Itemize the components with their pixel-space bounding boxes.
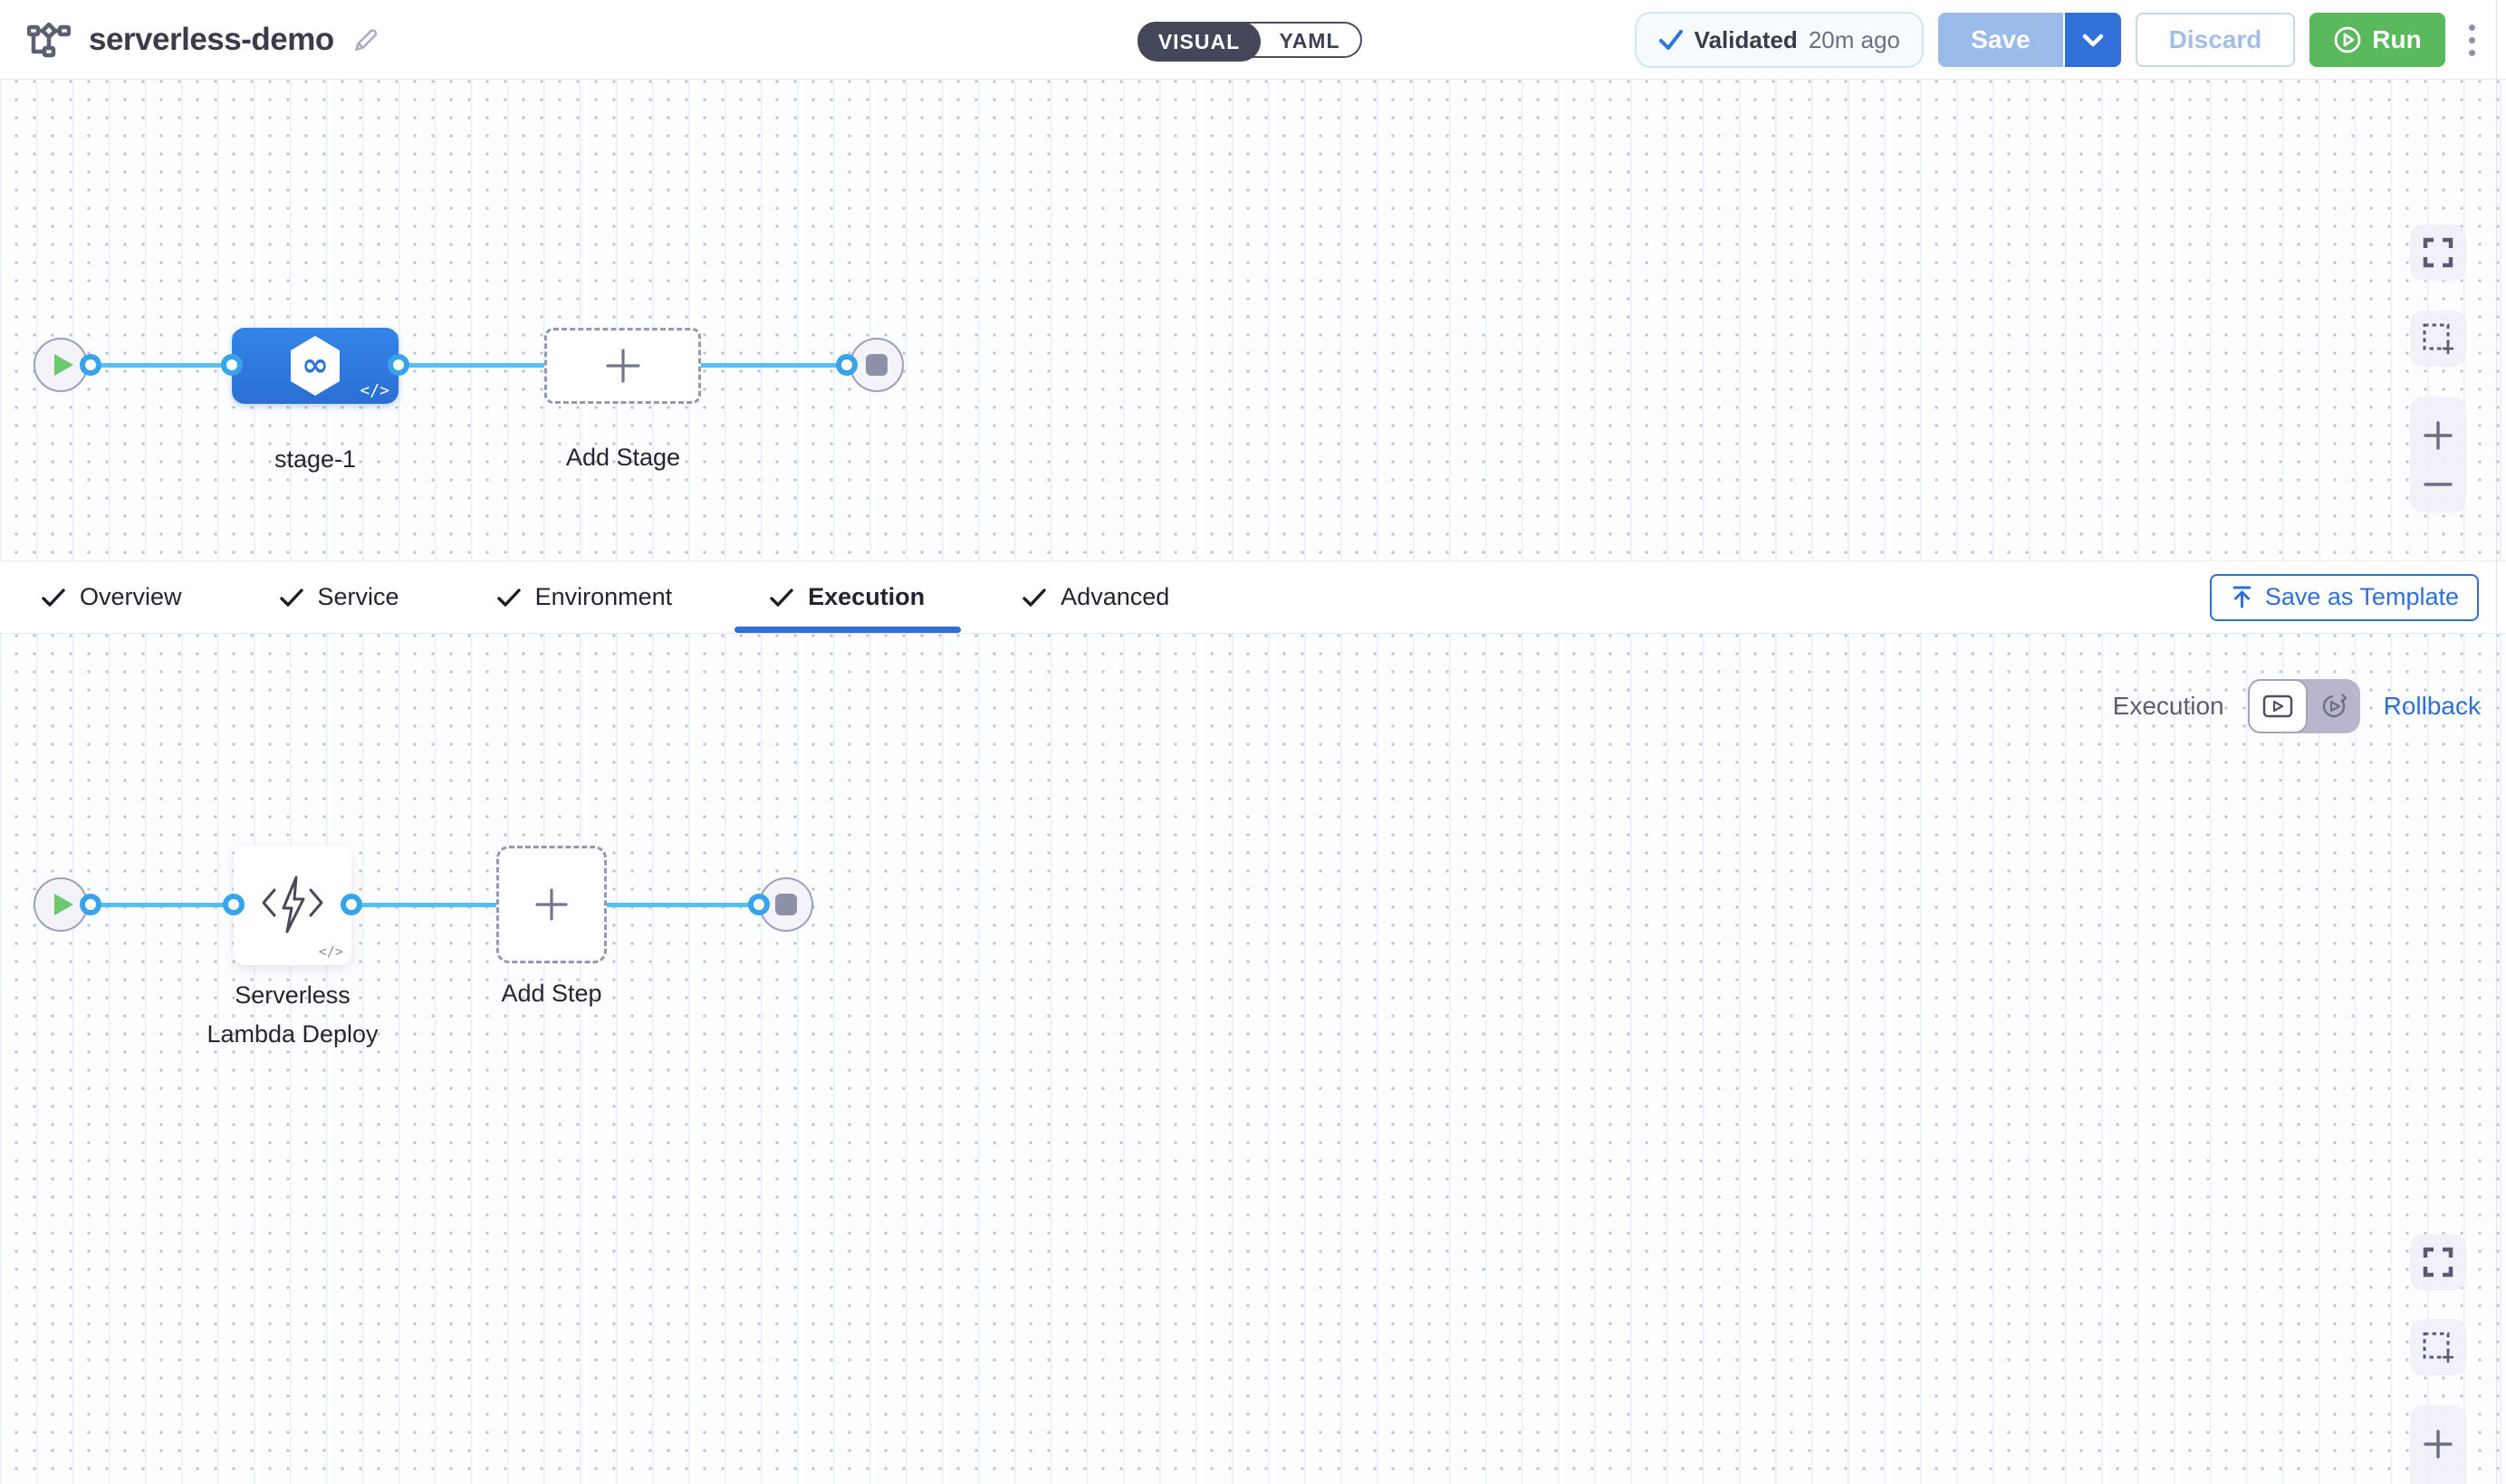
pipeline-canvas[interactable]: ∞ </> stage-1 Add Stage — [0, 80, 2506, 560]
tab-label: Execution — [808, 583, 925, 611]
step-node-serverless-lambda-deploy[interactable]: </> — [234, 846, 351, 965]
tab-label: Advanced — [1061, 583, 1169, 611]
port[interactable] — [748, 894, 770, 915]
page-title: serverless-demo — [89, 22, 334, 58]
port[interactable] — [388, 354, 409, 376]
run-button-label: Run — [2372, 25, 2421, 54]
marquee-select-icon — [2421, 321, 2455, 356]
code-icon: </> — [319, 943, 343, 960]
step-name-line2: Lambda Deploy — [179, 1015, 406, 1054]
plus-icon — [602, 345, 644, 387]
execution-view-button[interactable] — [2248, 679, 2308, 733]
pipeline-icon — [27, 21, 71, 59]
marquee-select-button[interactable] — [2410, 1319, 2466, 1375]
check-icon — [280, 588, 303, 608]
add-stage-button[interactable] — [544, 328, 701, 404]
pipeline-end-node — [850, 338, 904, 392]
validation-status-badge[interactable]: Validated 20m ago — [1635, 12, 1924, 68]
execution-rollback-toggle[interactable] — [2248, 679, 2360, 733]
execution-edge — [63, 903, 765, 907]
chevron-down-icon — [2082, 34, 2104, 47]
save-as-template-button[interactable]: Save as Template — [2210, 574, 2479, 621]
execution-canvas[interactable]: Execution Rol — [0, 634, 2506, 1484]
stop-icon — [866, 354, 888, 376]
tab-label: Overview — [80, 583, 182, 611]
run-play-icon — [2333, 25, 2362, 54]
tab-advanced[interactable]: Advanced — [1023, 561, 1169, 633]
save-options-button[interactable] — [2065, 13, 2121, 67]
check-icon — [1658, 29, 1684, 51]
port[interactable] — [341, 894, 362, 915]
save-button[interactable]: Save — [1938, 13, 2065, 67]
tab-environment[interactable]: Environment — [497, 561, 673, 633]
zoom-in-icon[interactable] — [2422, 1428, 2454, 1460]
svg-text:∞: ∞ — [302, 347, 329, 384]
pipeline-edge — [63, 363, 851, 368]
edit-pencil-icon[interactable] — [352, 26, 379, 53]
port[interactable] — [80, 894, 101, 915]
step-name-label: Serverless Lambda Deploy — [179, 976, 406, 1054]
add-step-button[interactable] — [496, 846, 607, 963]
rollback-view-icon — [2319, 692, 2348, 721]
zoom-in-icon[interactable] — [2422, 419, 2454, 452]
marquee-select-icon — [2421, 1330, 2455, 1364]
start-play-icon — [54, 894, 73, 915]
toggle-yaml[interactable]: YAML — [1259, 24, 1360, 58]
run-button[interactable]: Run — [2309, 13, 2445, 67]
tab-overview[interactable]: Overview — [42, 561, 182, 633]
fullscreen-icon — [2421, 1245, 2455, 1279]
viewport-edge-divider — [2496, 0, 2497, 1484]
zoom-out-icon[interactable] — [2422, 478, 2454, 491]
port[interactable] — [223, 894, 245, 915]
stage-name-label: stage-1 — [232, 440, 398, 479]
zoom-controls — [2410, 397, 2466, 512]
tab-label: Service — [318, 583, 399, 611]
lambda-bolt-icon — [258, 876, 327, 935]
toggle-visual[interactable]: VISUAL — [1138, 22, 1261, 62]
check-icon — [1023, 588, 1046, 608]
tab-service[interactable]: Service — [280, 561, 399, 633]
port[interactable] — [836, 354, 858, 376]
port[interactable] — [221, 354, 243, 376]
code-icon: </> — [360, 381, 389, 400]
save-as-template-label: Save as Template — [2265, 583, 2459, 611]
add-step-label: Add Step — [478, 974, 625, 1013]
fullscreen-button[interactable] — [2410, 1234, 2466, 1290]
top-bar: serverless-demo VISUAL YAML Validated 20… — [0, 0, 2506, 80]
kebab-menu-icon[interactable] — [2462, 19, 2482, 62]
rollback-view-button[interactable] — [2308, 679, 2360, 733]
save-split-button: Save — [1938, 13, 2121, 67]
check-icon — [497, 588, 521, 608]
check-icon — [42, 588, 65, 608]
stage-hexagon-icon: ∞ — [287, 335, 343, 397]
tab-label: Environment — [535, 583, 673, 611]
step-name-line1: Serverless — [179, 976, 406, 1015]
marquee-select-button[interactable] — [2410, 311, 2466, 367]
zoom-controls — [2410, 1405, 2466, 1484]
execution-panel-label: Execution — [2113, 692, 2224, 721]
plus-icon — [532, 885, 571, 924]
start-play-icon — [54, 354, 73, 376]
visual-yaml-toggle[interactable]: VISUAL YAML — [1138, 22, 1362, 58]
fullscreen-button[interactable] — [2410, 225, 2466, 281]
active-tab-underline — [735, 627, 961, 633]
tab-execution[interactable]: Execution — [770, 561, 925, 633]
stop-icon — [775, 894, 797, 915]
validation-status-label: Validated — [1695, 26, 1798, 54]
validation-time: 20m ago — [1809, 26, 1900, 54]
discard-button[interactable]: Discard — [2136, 13, 2295, 67]
port[interactable] — [80, 354, 101, 376]
rollback-link[interactable]: Rollback — [2384, 692, 2481, 721]
stage-tabbar: Overview Service Environment Execution A… — [0, 560, 2506, 634]
add-stage-label: Add Stage — [533, 438, 714, 477]
check-icon — [770, 588, 793, 608]
execution-view-icon — [2261, 692, 2294, 721]
upload-icon — [2230, 585, 2254, 609]
fullscreen-icon — [2421, 235, 2455, 270]
stage-node-stage-1[interactable]: ∞ </> — [232, 328, 398, 404]
